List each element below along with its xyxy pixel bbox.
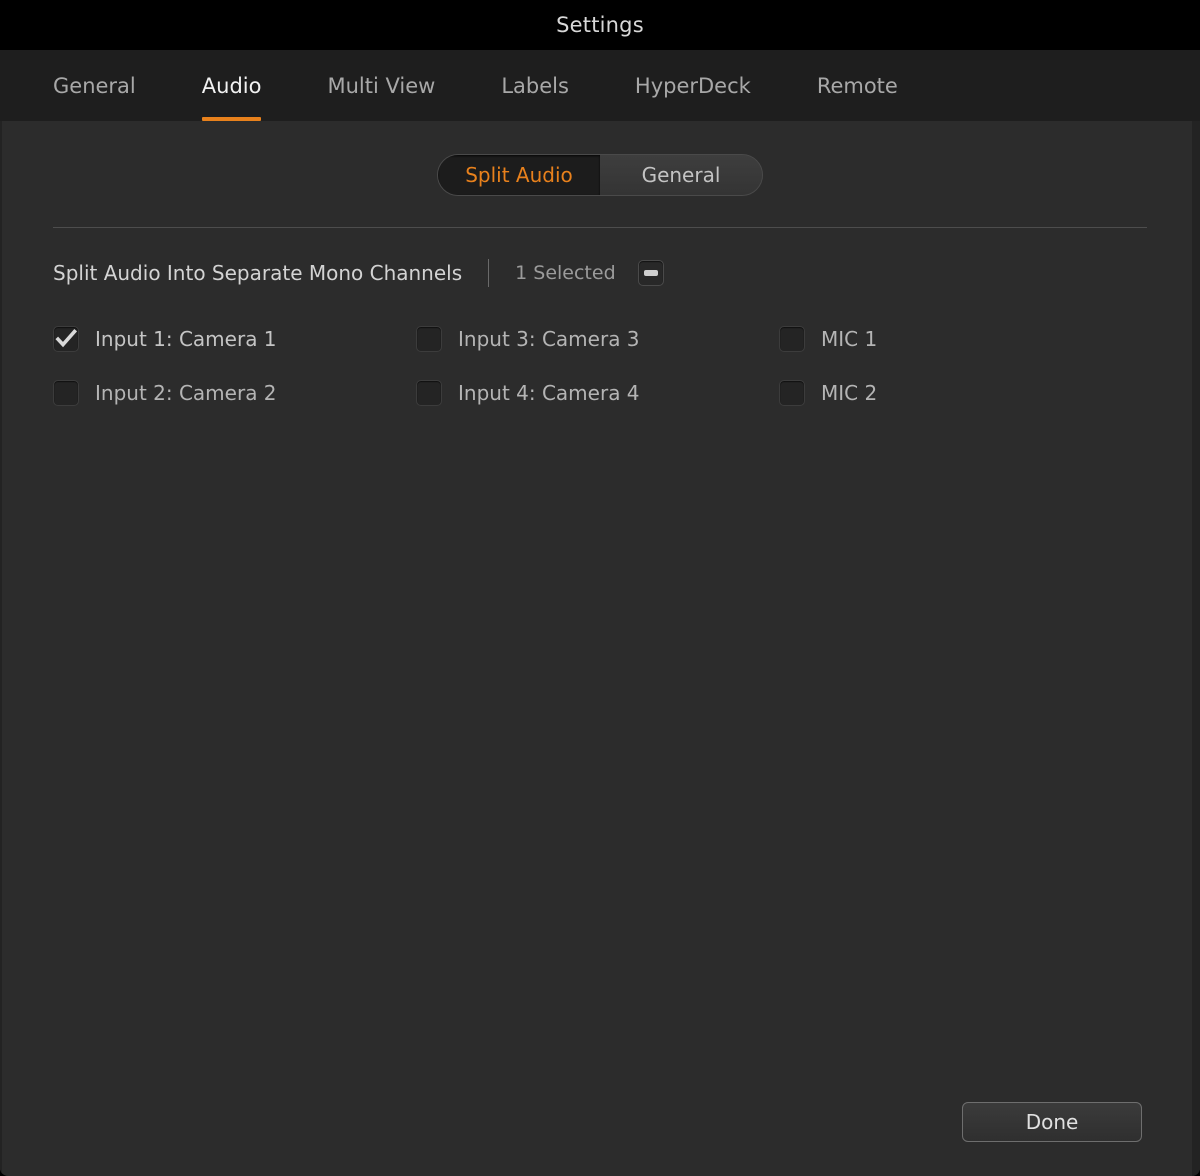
tab-label: HyperDeck [634, 73, 751, 98]
tab-hyperdeck[interactable]: HyperDeck [635, 50, 751, 121]
checkmark-icon [53, 326, 79, 352]
selected-count-label: 1 Selected [515, 262, 616, 284]
segment-label: Split Audio [465, 163, 573, 187]
checkbox-input-2[interactable] [53, 380, 79, 406]
tab-label: Multi View [327, 73, 436, 98]
settings-window: Settings General Audio Multi View Labels… [0, 0, 1200, 1176]
checkbox-input-4[interactable] [416, 380, 442, 406]
checkbox-input-1[interactable] [53, 326, 79, 352]
select-all-checkbox[interactable] [637, 260, 664, 286]
tab-label: Remote [816, 73, 898, 98]
done-button-label: Done [1025, 1110, 1079, 1134]
checkbox-input-3[interactable] [416, 326, 442, 352]
tab-general[interactable]: General [53, 50, 136, 121]
tab-remote[interactable]: Remote [817, 50, 898, 121]
audio-subsection-switcher-wrap: Split Audio General [0, 154, 1200, 196]
segment-split-audio[interactable]: Split Audio [438, 155, 600, 195]
indeterminate-dash-icon [643, 270, 658, 276]
segment-label: General [641, 163, 721, 187]
checkbox-label: Input 3: Camera 3 [458, 327, 640, 351]
checkbox-row-mic-2[interactable]: MIC 2 [779, 380, 1113, 406]
checkbox-label: Input 2: Camera 2 [95, 381, 277, 405]
tab-labels[interactable]: Labels [501, 50, 569, 121]
checkbox-row-input-3[interactable]: Input 3: Camera 3 [416, 326, 779, 352]
checkbox-label: MIC 2 [821, 381, 878, 405]
panel-right-edge [1192, 121, 1200, 1176]
window-title: Settings [556, 13, 644, 37]
window-titlebar: Settings [0, 0, 1200, 50]
checkbox-mic-2[interactable] [779, 380, 805, 406]
split-audio-header-label: Split Audio Into Separate Mono Channels [53, 261, 463, 285]
settings-content-panel: Split Audio General Split Audio Into Sep… [0, 121, 1200, 1176]
tab-audio[interactable]: Audio [201, 50, 262, 121]
audio-subsection-switcher: Split Audio General [437, 154, 763, 196]
done-button[interactable]: Done [962, 1102, 1142, 1142]
checkbox-label: Input 1: Camera 1 [95, 327, 277, 351]
section-divider [53, 227, 1147, 228]
panel-left-edge [0, 121, 2, 1176]
checkbox-label: Input 4: Camera 4 [458, 381, 640, 405]
split-audio-channel-grid: Input 1: Camera 1 Input 3: Camera 3 MIC … [53, 326, 1113, 406]
checkbox-label: MIC 1 [821, 327, 878, 351]
settings-tabbar: General Audio Multi View Labels HyperDec… [0, 50, 1200, 121]
checkbox-row-input-2[interactable]: Input 2: Camera 2 [53, 380, 416, 406]
tab-label: General [53, 73, 136, 98]
header-vertical-divider [488, 259, 490, 287]
tab-multi-view[interactable]: Multi View [327, 50, 435, 121]
checkbox-row-mic-1[interactable]: MIC 1 [779, 326, 1113, 352]
tab-label: Labels [501, 73, 569, 98]
checkbox-row-input-4[interactable]: Input 4: Camera 4 [416, 380, 779, 406]
checkbox-mic-1[interactable] [779, 326, 805, 352]
split-audio-header-row: Split Audio Into Separate Mono Channels … [53, 259, 664, 287]
tab-label: Audio [201, 73, 262, 98]
checkbox-row-input-1[interactable]: Input 1: Camera 1 [53, 326, 416, 352]
segment-general[interactable]: General [600, 155, 762, 195]
